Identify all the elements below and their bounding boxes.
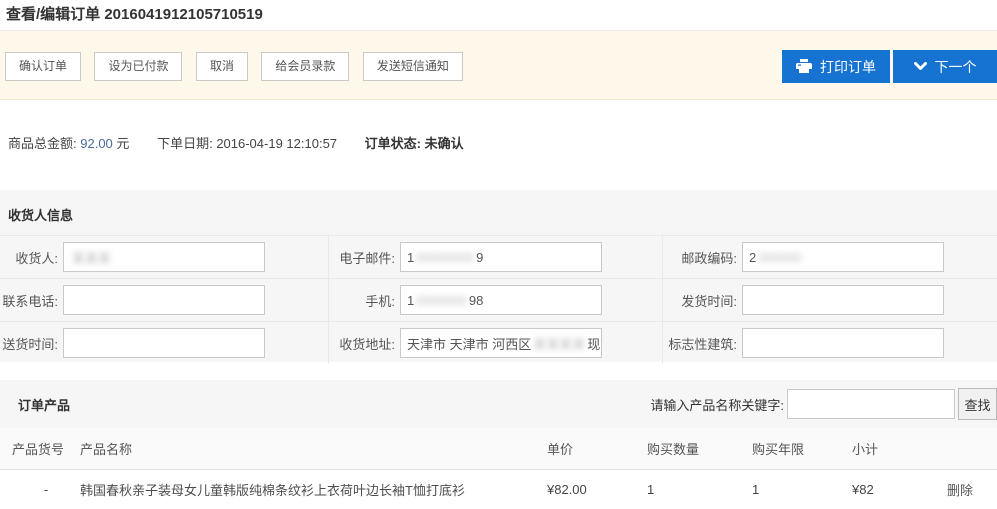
next-order-button[interactable]: 下一个 [893, 50, 997, 83]
product-quantity: 1 [647, 482, 752, 497]
landmark-input[interactable] [742, 328, 944, 358]
products-table-header: 产品货号 产品名称 单价 购买数量 购买年限 小计 [0, 428, 997, 470]
email-input[interactable]: 1000000009 [400, 242, 602, 272]
redacted-text: 某某某 [72, 248, 111, 267]
redacted-text: 000000 [758, 250, 801, 265]
form-cell: 手机: 1000000098 [329, 278, 663, 321]
recipient-info-section: 收货人信息 收货人: 某某某 电子邮件: 1000000009 邮政编码: 20… [0, 190, 997, 362]
form-cell: 收货地址: 天津市 天津市 河西区某某某某现7 [329, 321, 663, 364]
chevron-down-icon [914, 62, 927, 71]
product-purchase-years: 1 [752, 482, 852, 497]
order-summary: 商品总金额: 92.00 元 下单日期: 2016-04-19 12:10:57… [0, 100, 997, 190]
ship-time-input[interactable] [742, 285, 944, 315]
product-unit-price: ¥82.00 [547, 482, 647, 497]
header-purchase-years: 购买年限 [752, 439, 852, 458]
product-sku: - [12, 482, 80, 497]
product-table-row: - 韩国春秋亲子装母女儿童韩版纯棉条纹衫上衣荷叶边长袖T恤打底衫 ¥82.00 … [0, 470, 997, 509]
order-status: 订单状态: 未确认 [365, 136, 464, 151]
next-order-label: 下一个 [935, 57, 977, 77]
form-cell: 标志性建筑: [663, 321, 997, 364]
form-cell: 电子邮件: 1000000009 [329, 235, 663, 278]
section-divider [0, 362, 997, 380]
phone-label: 联系电话: [0, 291, 58, 310]
product-search-input[interactable] [787, 389, 955, 419]
address-input[interactable]: 天津市 天津市 河西区某某某某现7 [400, 328, 602, 358]
header-quantity: 购买数量 [647, 439, 752, 458]
postcode-input[interactable]: 2000000 [742, 242, 944, 272]
form-cell: 送货时间: [0, 321, 329, 364]
printer-icon [796, 59, 812, 74]
send-sms-button[interactable]: 发送短信通知 [363, 52, 463, 81]
redacted-text: 00000000 [416, 250, 474, 265]
redacted-text: 0000000 [416, 293, 467, 308]
order-status-value: 未确认 [425, 136, 464, 151]
product-name-link[interactable]: 韩国春秋亲子装母女儿童韩版纯棉条纹衫上衣荷叶边长袖T恤打底衫 [80, 483, 465, 498]
header-subtotal: 小计 [852, 439, 947, 458]
toolbar: 确认订单 设为已付款 取消 给会员录款 发送短信通知 打印订单 下一个 [0, 31, 997, 100]
cancel-button[interactable]: 取消 [196, 52, 248, 81]
order-amount: 商品总金额: 92.00 元 [8, 136, 129, 151]
page-title: 查看/编辑订单 2016041912105710519 [0, 0, 997, 31]
postcode-label: 邮政编码: [663, 248, 737, 267]
ship-time-label: 发货时间: [663, 291, 737, 310]
delivery-time-label: 送货时间: [0, 334, 58, 353]
product-search-label: 请输入产品名称关键字: [650, 395, 784, 414]
landmark-label: 标志性建筑: [663, 334, 737, 353]
form-cell: 邮政编码: 2000000 [663, 235, 997, 278]
form-cell: 发货时间: [663, 278, 997, 321]
recipient-name-label: 收货人: [0, 248, 58, 267]
redacted-text: 某某某某 [533, 334, 585, 353]
phone-input[interactable] [63, 285, 265, 315]
record-payment-button[interactable]: 给会员录款 [261, 52, 349, 81]
toolbar-right-group: 打印订单 下一个 [782, 50, 997, 83]
header-sku: 产品货号 [12, 439, 80, 458]
delivery-time-input[interactable] [63, 328, 265, 358]
order-products-section-bar: 订单产品 请输入产品名称关键字: 查找 [0, 380, 997, 428]
recipient-section-title: 收货人信息 [0, 190, 997, 235]
mobile-input[interactable]: 1000000098 [400, 285, 602, 315]
print-order-button[interactable]: 打印订单 [782, 50, 890, 83]
product-subtotal: ¥82 [852, 482, 947, 497]
recipient-name-input[interactable]: 某某某 [63, 242, 265, 272]
address-label: 收货地址: [329, 334, 395, 353]
recipient-form: 收货人: 某某某 电子邮件: 1000000009 邮政编码: 2000000 … [0, 235, 997, 364]
mobile-label: 手机: [329, 291, 395, 310]
product-search-button[interactable]: 查找 [958, 388, 997, 420]
confirm-order-button[interactable]: 确认订单 [5, 52, 81, 81]
header-unit-price: 单价 [547, 439, 647, 458]
header-product-name: 产品名称 [80, 439, 547, 458]
email-label: 电子邮件: [329, 248, 395, 267]
form-cell: 收货人: 某某某 [0, 235, 329, 278]
delete-product-link[interactable]: 删除 [947, 483, 973, 498]
print-order-label: 打印订单 [820, 57, 876, 77]
order-products-title: 订单产品 [18, 395, 70, 414]
product-search: 请输入产品名称关键字: 查找 [650, 388, 997, 420]
order-amount-value: 92.00 [80, 136, 113, 151]
order-date: 下单日期: 2016-04-19 12:10:57 [157, 136, 337, 151]
order-date-value: 2016-04-19 12:10:57 [216, 136, 337, 151]
set-paid-button[interactable]: 设为已付款 [94, 52, 182, 81]
form-cell: 联系电话: [0, 278, 329, 321]
